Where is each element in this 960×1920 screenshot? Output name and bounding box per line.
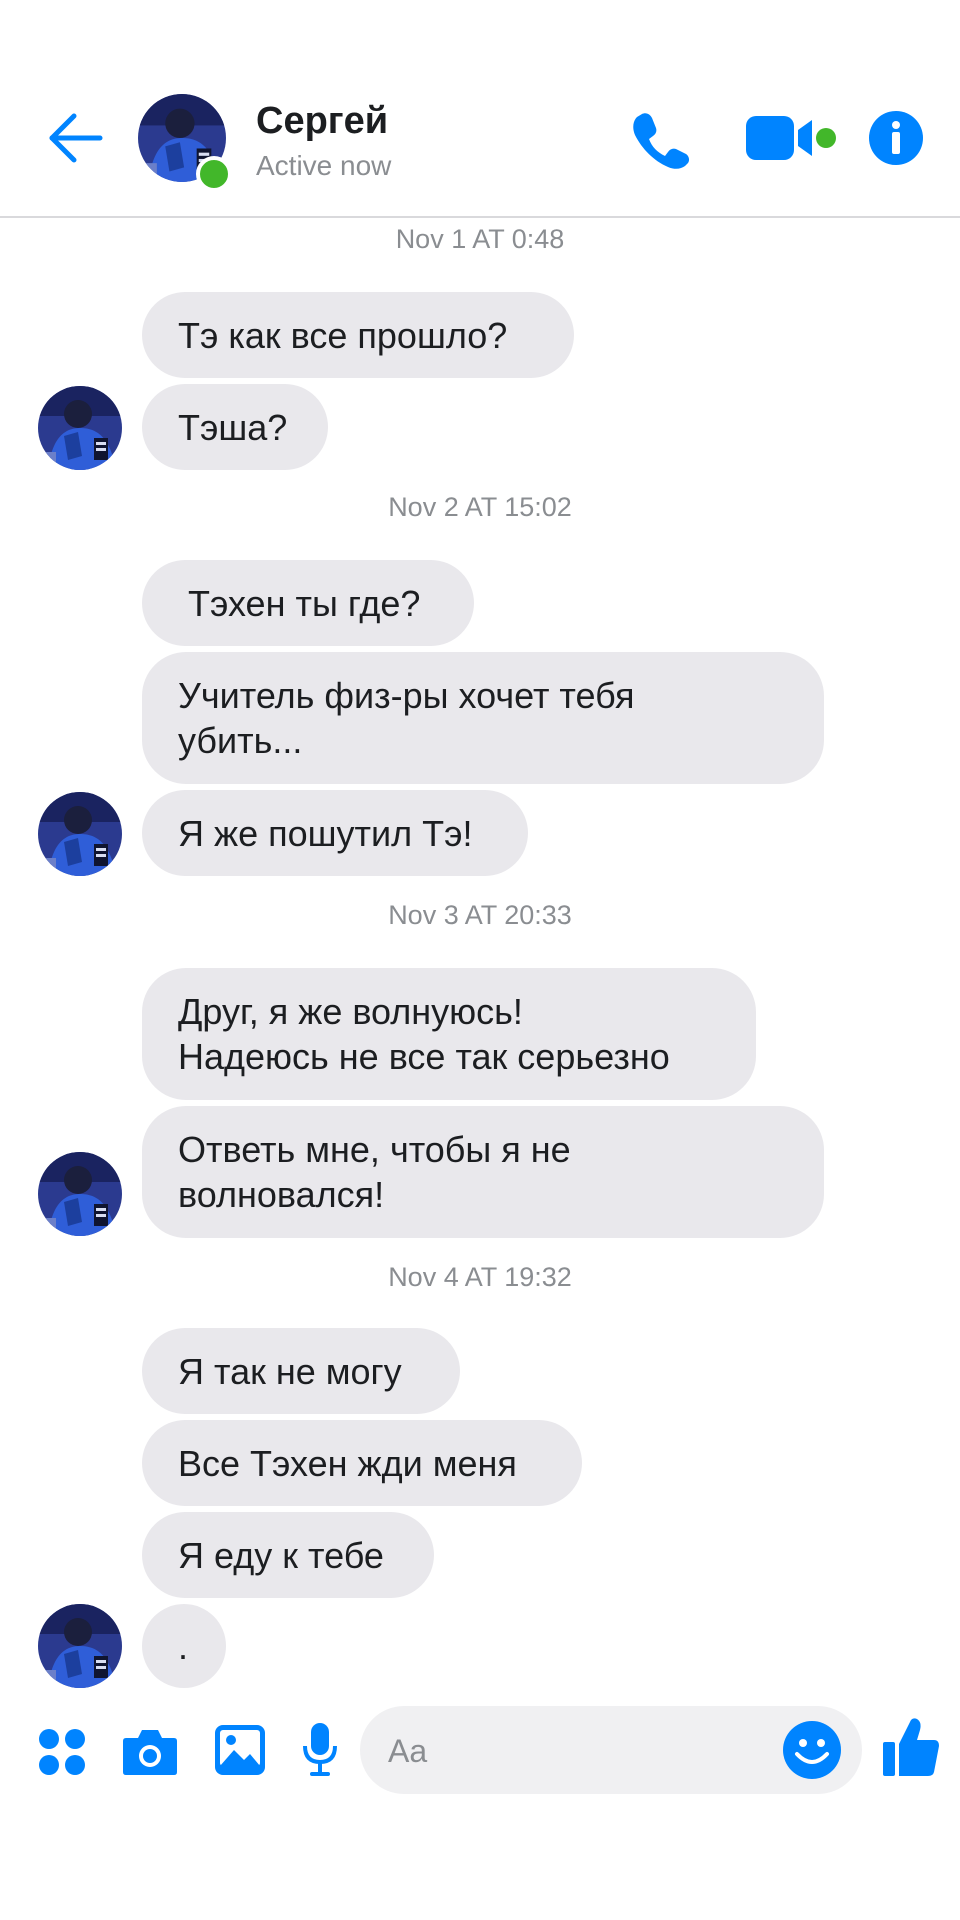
message-bubble[interactable]: Тэ как все прошло?	[142, 292, 574, 378]
sender-photo	[38, 1152, 122, 1236]
online-status-dot	[196, 156, 232, 192]
sender-avatar[interactable]	[38, 1152, 122, 1236]
message-bubble[interactable]: Я так не могу	[142, 1328, 460, 1414]
sender-photo	[38, 792, 122, 876]
thumbs-up-icon[interactable]	[882, 1716, 940, 1778]
back-arrow-icon[interactable]	[44, 108, 104, 168]
message-bubble[interactable]: Учитель физ-ры хочет тебя убить...	[142, 652, 824, 784]
info-icon[interactable]	[868, 110, 924, 166]
conversation-header: Сергей Active now	[0, 0, 960, 218]
message-bubble[interactable]: Я же пошутил Тэ!	[142, 790, 528, 876]
active-status: Active now	[256, 150, 392, 181]
timestamp: Nov 1 AT 0:48	[395, 224, 565, 254]
sender-photo	[38, 386, 122, 470]
message-bubble[interactable]: Я еду к тебе	[142, 1512, 434, 1598]
microphone-icon[interactable]	[302, 1722, 338, 1778]
sender-avatar[interactable]	[38, 792, 122, 876]
message-bubble[interactable]: Ответь мне, чтобы я не волновался!	[142, 1106, 824, 1238]
sender-avatar[interactable]	[38, 1604, 122, 1688]
timestamp: Nov 2 AT 15:02	[388, 492, 572, 522]
timestamp: Nov 4 AT 19:32	[388, 1262, 572, 1292]
message-input[interactable]	[386, 1706, 790, 1796]
sender-photo	[38, 1604, 122, 1688]
message-bubble[interactable]: Тэхен ты где?	[142, 560, 474, 646]
sender-avatar[interactable]	[38, 386, 122, 470]
message-bubble[interactable]: Тэша?	[142, 384, 328, 470]
image-gallery-icon[interactable]	[214, 1724, 266, 1776]
message-bubble[interactable]: Друг, я же волнуюсь! Надеюсь не все так …	[142, 968, 756, 1100]
message-composer[interactable]	[360, 1706, 862, 1796]
message-bubble[interactable]: Все Тэхен жди меня	[142, 1420, 582, 1506]
timestamp: Nov 3 AT 20:33	[388, 900, 572, 930]
video-camera-icon[interactable]	[744, 112, 824, 164]
apps-grid-icon[interactable]	[38, 1728, 86, 1776]
video-online-dot	[816, 128, 836, 148]
camera-icon[interactable]	[122, 1726, 178, 1776]
phone-icon[interactable]	[630, 108, 692, 170]
message-bubble[interactable]: .	[142, 1604, 226, 1688]
contact-name[interactable]: Сергей	[256, 100, 388, 143]
emoji-icon[interactable]	[782, 1720, 842, 1780]
